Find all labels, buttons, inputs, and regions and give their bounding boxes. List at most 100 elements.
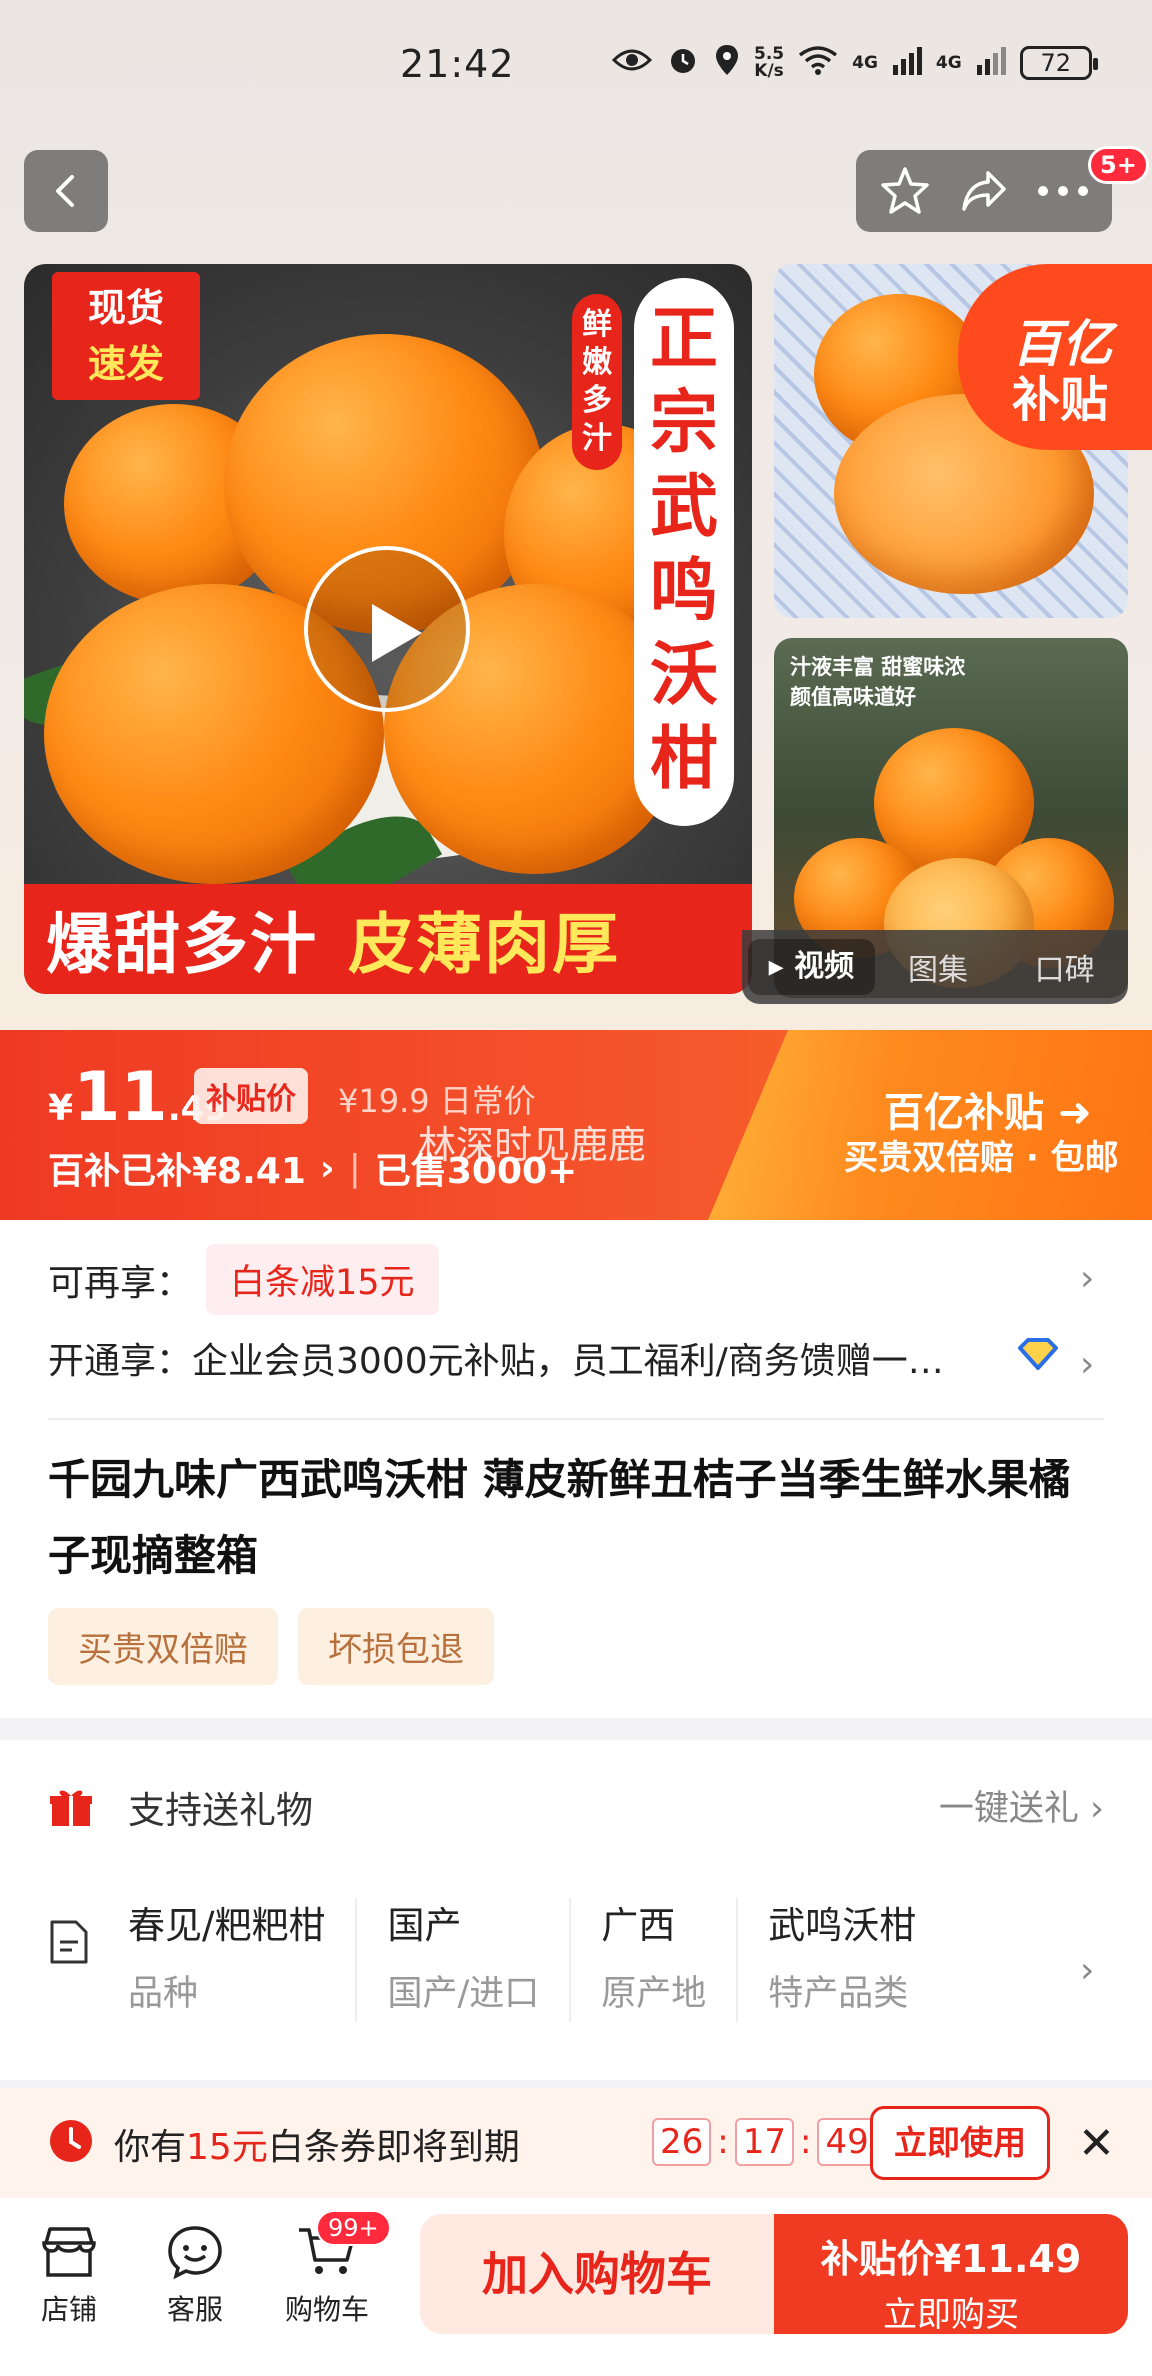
buy-now-button[interactable]: 补贴价¥11.49 立即购买: [774, 2214, 1128, 2335]
title-char: 沃: [649, 636, 718, 715]
price-integer: 11: [73, 1058, 168, 1137]
product-info-card: 可再享： 白条减15元 › 开通享： 企业会员3000元补贴，员工福利/商务馈赠…: [0, 1220, 1152, 1718]
title-char: 鸣: [649, 552, 718, 631]
play-icon: [372, 604, 422, 662]
tab-reviews[interactable]: 口碑: [1001, 945, 1128, 989]
service-tag[interactable]: 买贵双倍赔: [48, 1608, 278, 1685]
spec-key: 品种: [128, 1974, 199, 2014]
chevron-right-icon[interactable]: ›: [1080, 1950, 1094, 1991]
shop-label: 店铺: [40, 2293, 97, 2326]
subtitle-char: 汁: [582, 421, 612, 456]
banner-yellow-text: 皮薄肉厚: [348, 906, 620, 983]
price-currency: ¥: [48, 1088, 74, 1129]
spec-item: 武鸣沃柑 特产品类: [768, 1898, 946, 2022]
chevron-left-icon: [56, 175, 74, 207]
subtitle-char: 多: [582, 383, 612, 418]
extra-discount-row[interactable]: 可再享： 白条减15元: [48, 1244, 439, 1315]
battery-indicator: 72: [1019, 46, 1098, 80]
shop-button[interactable]: 店铺: [14, 2216, 124, 2328]
coupon-text-pre: 你有: [114, 2127, 187, 2168]
customer-service-button[interactable]: 客服: [140, 2216, 250, 2328]
spec-key: 国产/进口: [387, 1974, 540, 2014]
share-icon: [962, 171, 1006, 211]
banner-white-text: 爆甜多汁: [46, 906, 318, 983]
spec-item: 国产 国产/进口: [387, 1898, 572, 2022]
gift-row[interactable]: 支持送礼物: [48, 1780, 313, 1834]
cart-label: 购物车: [284, 2293, 369, 2326]
signal-bars-icon: [892, 45, 922, 81]
top-action-group: [856, 150, 1112, 232]
vip-diamond-icon: [1016, 1336, 1060, 1376]
chevron-right-icon: ›: [319, 1147, 335, 1189]
use-coupon-button[interactable]: 立即使用: [870, 2106, 1050, 2180]
net-speed: 5.5 K/s: [754, 46, 784, 80]
service-tags: 买贵双倍赔 坏损包退: [48, 1608, 494, 1685]
location-icon: [714, 43, 740, 83]
vertical-title: 正 宗 武 鸣 沃 柑: [634, 278, 734, 826]
spec-card: 支持送礼物 一键送礼 › 春见/粑粑柑 品种 国产 国产/进口 广西 原产地 武…: [0, 1740, 1152, 2080]
caption-line2: 颜值高味道好: [790, 685, 916, 709]
divider: |: [348, 1147, 361, 1189]
spec-value: 国产: [387, 1904, 462, 1947]
spec-value: 武鸣沃柑: [768, 1904, 917, 1947]
tab-video[interactable]: ▸ 视频: [748, 939, 875, 995]
spec-item: 春见/粑粑柑 品种: [128, 1898, 358, 2022]
signal-2-label: 4G: [935, 52, 962, 73]
gallery-tabs: ▸ 视频 图集 口碑: [742, 930, 1128, 1004]
title-char: 武: [649, 468, 718, 547]
star-icon: [881, 167, 930, 214]
spec-key: 原产地: [601, 1974, 707, 2014]
in-stock-line1: 现货: [87, 286, 164, 330]
subsidy-price-tag: 补贴价: [194, 1068, 308, 1124]
signal-bars-icon: [976, 45, 1006, 81]
service-label: 客服: [166, 2293, 223, 2326]
favorite-button[interactable]: [870, 156, 940, 226]
thumbnail-caption: 汁液丰富 甜蜜味浓 颜值高味道好: [790, 652, 965, 712]
gift-label: 支持送礼物: [128, 1789, 313, 1832]
smile-chat-icon: [168, 2226, 222, 2280]
enterprise-label: 开通享：: [48, 1341, 193, 1382]
main-product-image[interactable]: 现货 速发 鲜 嫩 多 汁 正 宗 武 鸣 沃 柑 爆甜多汁 皮薄肉厚: [24, 264, 752, 994]
watermark-text: 林深时见鹿鹿: [418, 1123, 647, 1167]
coupon-text-post: 白条券即将到期: [267, 2127, 520, 2168]
share-button[interactable]: [949, 156, 1019, 226]
signal-1-label: 4G: [852, 52, 878, 73]
guarantee-text: 买贵双倍赔 · 包邮: [844, 1138, 1119, 1178]
timer-minutes: 17: [734, 2118, 794, 2166]
eye-icon: [611, 46, 653, 80]
vertical-subtitle: 鲜 嫩 多 汁: [572, 294, 622, 470]
title-char: 正: [649, 300, 718, 379]
subsidy-amount: 百补已补¥8.41: [48, 1151, 306, 1192]
coupon-message: 你有15元白条券即将到期: [114, 2118, 520, 2170]
service-tag[interactable]: 坏损包退: [298, 1608, 494, 1685]
gift-icon: [50, 1790, 92, 1826]
enterprise-member-row[interactable]: 开通享： 企业会员3000元补贴，员工福利/商务馈赠一…: [48, 1332, 1088, 1384]
wifi-icon: [798, 45, 838, 81]
coupon-expiry-bar: 你有15元白条券即将到期 26 : 17 : 49 立即使用 ✕: [0, 2088, 1152, 2198]
chevron-right-icon[interactable]: ›: [1080, 1344, 1094, 1385]
one-click-gift-button[interactable]: 一键送礼 ›: [939, 1780, 1104, 1831]
message-badge: 5+: [1088, 146, 1149, 184]
cart-count-badge: 99+: [316, 2210, 391, 2246]
back-button[interactable]: [24, 150, 108, 232]
enterprise-text: 企业会员3000元补贴，员工福利/商务馈赠一…: [192, 1341, 944, 1382]
chevron-right-icon[interactable]: ›: [1080, 1258, 1094, 1299]
spec-key: 特产品类: [768, 1974, 909, 2014]
subtitle-char: 嫩: [582, 345, 612, 380]
product-title: 千园九味广西武鸣沃柑 薄皮新鲜丑桔子当季生鲜水果橘子现摘整箱: [48, 1455, 1071, 1580]
subtitle-char: 鲜: [582, 307, 612, 342]
add-to-cart-button[interactable]: 加入购物车: [420, 2214, 774, 2334]
tab-video-label: 视频: [794, 949, 855, 984]
tab-gallery[interactable]: 图集: [875, 945, 1002, 989]
price-banner: ¥ 11 .49 补贴价 ¥19.9 日常价 百补已补¥8.41 › | 已售3…: [0, 1030, 1152, 1220]
play-video-button[interactable]: [304, 546, 470, 712]
close-icon[interactable]: ✕: [1078, 2118, 1115, 2169]
clock-icon: [50, 2120, 92, 2162]
timer-hours: 26: [652, 2118, 712, 2166]
billion-subsidy-corner-badge: 百亿 补贴: [958, 264, 1152, 450]
spec-attributes[interactable]: 春见/粑粑柑 品种 国产 国产/进口 广西 原产地 武鸣沃柑 特产品类: [128, 1898, 1068, 2022]
bottom-action-bar: 店铺 客服 购物车 99+ 加入购物车 补贴价¥11.49 立即购买: [0, 2198, 1152, 2376]
spec-item: 广西 原产地: [601, 1898, 739, 2022]
spec-value: 广西: [601, 1904, 676, 1947]
spec-value: 春见/粑粑柑: [128, 1904, 326, 1947]
